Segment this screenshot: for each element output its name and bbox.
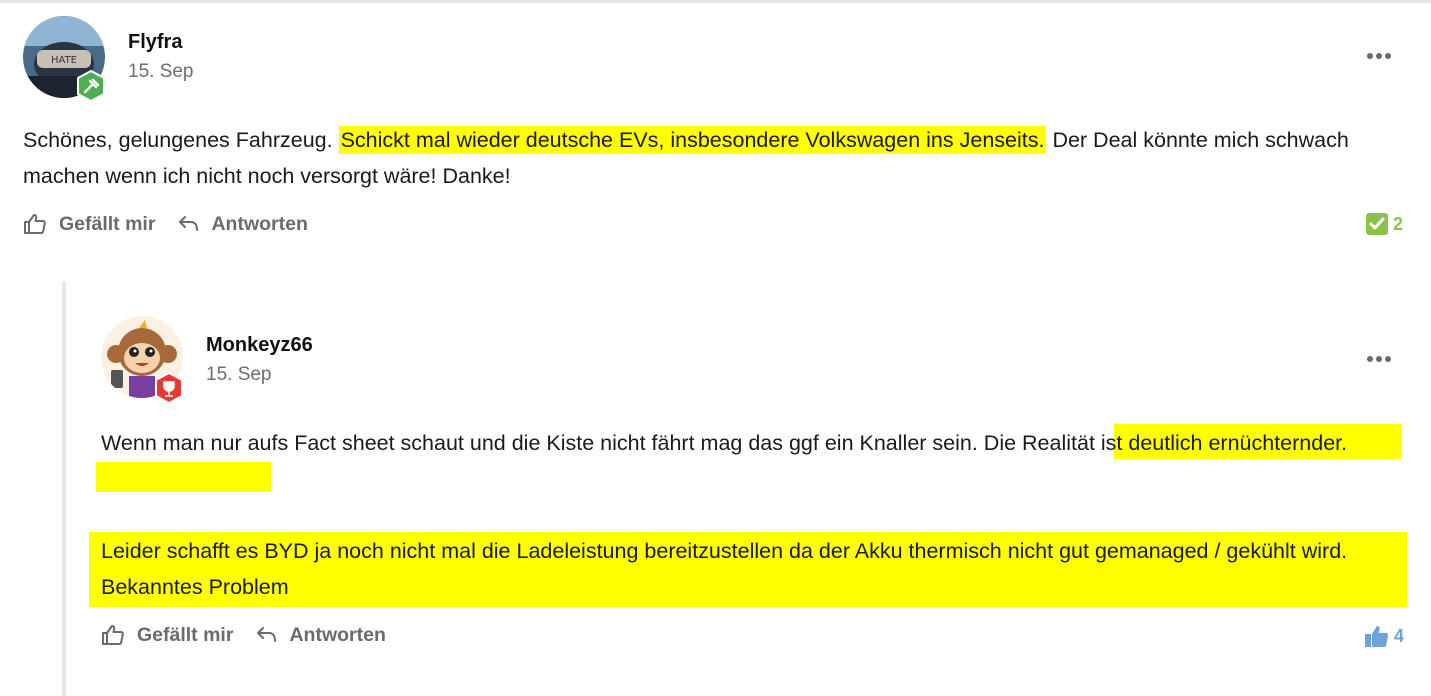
reaction-count-value: 4 xyxy=(1394,625,1405,646)
username[interactable]: Flyfra xyxy=(128,31,182,54)
more-options-button[interactable] xyxy=(1367,52,1393,60)
reaction-count-value: 2 xyxy=(1393,213,1404,234)
username[interactable]: Monkeyz66 xyxy=(206,334,313,357)
thumbs-up-icon xyxy=(24,214,46,234)
comment-date: 15. Sep xyxy=(206,364,272,385)
like-button[interactable]: Gefällt mir xyxy=(23,212,155,236)
more-options-button[interactable] xyxy=(1367,355,1393,363)
highlighted-text: Schickt mal wieder deutsche EVs, insbeso… xyxy=(338,126,1047,154)
like-button[interactable]: Gefällt mir xyxy=(101,623,233,647)
comment-actions: Gefällt mir Antworten xyxy=(23,212,330,236)
highlighted-text: Leider schafft es BYD ja noch nicht mal … xyxy=(101,539,1348,599)
highlight xyxy=(96,462,271,492)
comment-actions: Gefällt mir Antworten xyxy=(101,623,408,647)
reply-label: Antworten xyxy=(289,623,386,646)
comment-text-part: Wenn man nur aufs Fact sheet schaut und … xyxy=(101,431,984,455)
comment: HATE Flyfra 15. Sep Schönes, gelungenes … xyxy=(0,0,1431,260)
reply-icon xyxy=(257,627,277,642)
reply-comment: Monkeyz66 15. Sep Wenn man nur aufs Fact… xyxy=(0,282,1431,696)
checkmark-icon xyxy=(1366,213,1388,235)
like-label: Gefällt mir xyxy=(59,212,156,235)
thumbs-up-icon xyxy=(102,625,124,645)
comment-text-part: Schönes, gelungenes Fahrzeug. xyxy=(23,128,339,152)
comment-date: 15. Sep xyxy=(128,61,194,82)
thumbs-up-icon xyxy=(1365,626,1389,647)
svg-text:HATE: HATE xyxy=(51,55,77,66)
comment-text: Schönes, gelungenes Fahrzeug. Schickt ma… xyxy=(23,122,1383,194)
reaction-count[interactable]: 2 xyxy=(1365,212,1403,236)
level-badge xyxy=(154,371,184,405)
level-badge xyxy=(76,69,106,103)
reaction-count[interactable]: 4 xyxy=(1364,624,1404,648)
reply-button[interactable]: Antworten xyxy=(177,212,308,236)
highlighted-text: Die Realität ist deutlich ernüchternder. xyxy=(983,431,1348,455)
reply-button[interactable]: Antworten xyxy=(255,623,386,647)
comment-text: Wenn man nur aufs Fact sheet schaut und … xyxy=(101,425,1401,461)
reply-label: Antworten xyxy=(211,212,308,235)
comment-text-paragraph: Leider schafft es BYD ja noch nicht mal … xyxy=(101,533,1401,605)
like-label: Gefällt mir xyxy=(137,623,234,646)
reply-icon xyxy=(179,216,199,231)
